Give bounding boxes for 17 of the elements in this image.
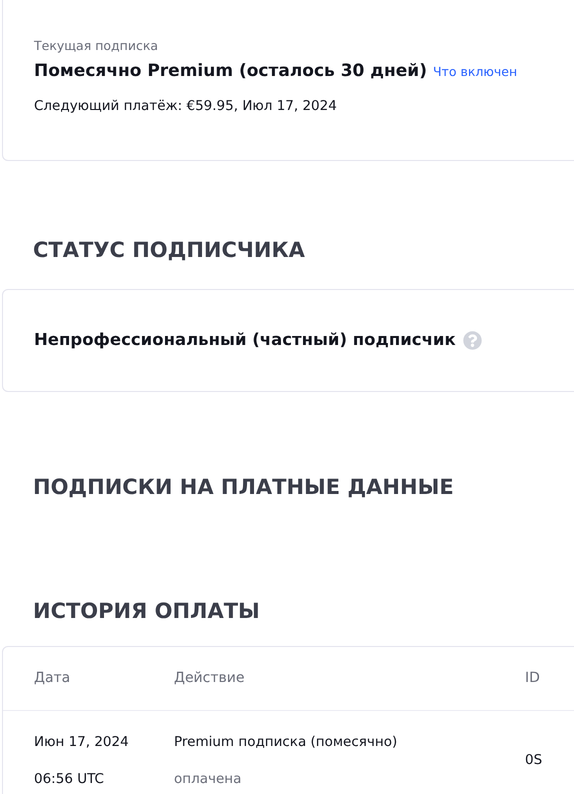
action-text: Premium подписка (помесячно) [174,733,398,752]
column-header: ID [525,668,540,688]
section-heading: ПОДПИСКИ НА ПЛАТНЫЕ ДАННЫЕ [32,474,455,500]
next-payment-text: Следующий платёж: €59.95, Июл 17, 2024 [34,97,338,116]
section-heading: ИСТОРИЯ ОПЛАТЫ [32,598,261,625]
column-header: Дата [33,668,72,688]
whats-included-link[interactable]: Что включен [432,62,518,82]
column-header: Действие [174,668,246,688]
date-text: Июн 17, 2024 [34,733,130,752]
time-text: 06:56 UTC [34,770,105,788]
status-text: оплачена [174,770,242,788]
section-label: Текущая подписка [34,37,160,55]
help-icon[interactable] [462,330,482,350]
plan-title: Помесячно Premium (осталось 30 дней) [34,60,427,83]
section-heading: СТАТУС ПОДПИСЧИКА [32,237,306,264]
id-text: 0S [525,751,542,770]
status-text: Непрофессиональный (частный) подписчик [34,328,456,351]
